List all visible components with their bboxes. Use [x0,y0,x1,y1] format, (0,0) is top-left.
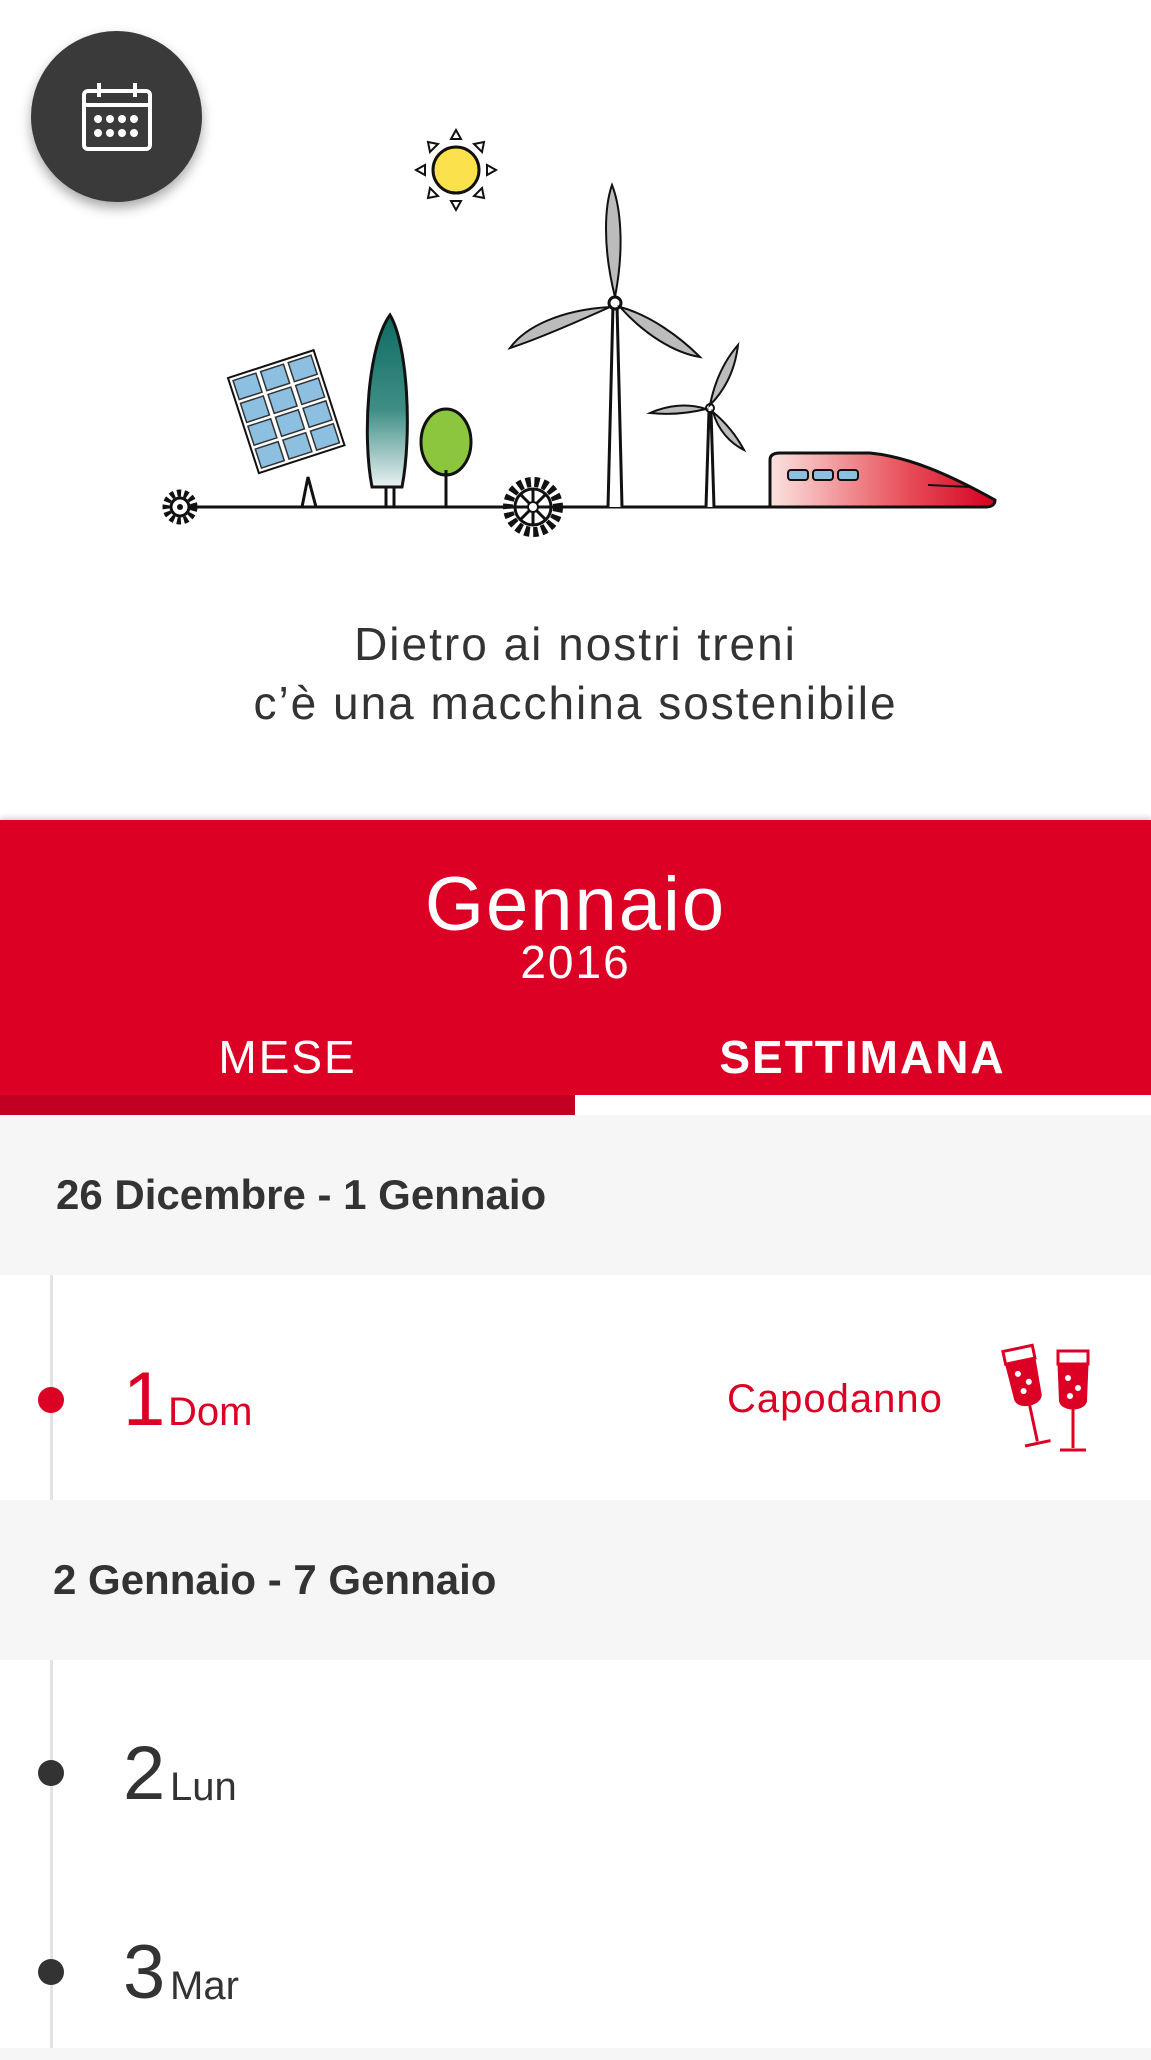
tree-icon [419,407,473,507]
tagline-line-2: c’è una macchina sostenibile [253,677,898,729]
day-row[interactable]: 3 Mar [0,1860,1151,2060]
timeline-dot [38,1760,64,1786]
day-row[interactable]: 1 Dom Capodanno [0,1287,1151,1487]
gear-icon [162,489,198,525]
day-name: Lun [170,1765,237,1809]
day-number: 2 [123,1731,166,1816]
tab-week[interactable]: SETTIMANA [575,1020,1150,1095]
calendar-icon [81,82,152,151]
day-name: Dom [168,1390,253,1434]
week-range: 2 Gennaio - 7 Gennaio [53,1556,497,1603]
tab-indicator-active [575,1095,1151,1115]
timeline-dot [38,1959,64,1985]
hero-banner: Dietro ai nostri treni c’è una macchina … [0,0,1151,820]
week-days: 2 Lun 3 Mar [0,1660,1151,2048]
day-row[interactable]: 2 Lun [0,1660,1151,1860]
year-label: 2016 [520,936,631,988]
sustainability-illustration [162,127,997,537]
day-number: 3 [123,1930,166,2015]
tagline-line-1: Dietro ai nostri treni [354,618,797,670]
solar-panel-icon [226,348,346,508]
week-days: 1 Dom Capodanno [0,1275,1151,1500]
wind-turbine-icon [646,341,747,508]
champagne-glasses-icon [1001,1343,1090,1452]
day-name: Mar [170,1964,239,2008]
calendar-header: Gennaio 2016 MESE SETTIMANA [0,820,1151,1115]
tab-indicator-inactive [0,1095,575,1115]
timeline-dot [38,1387,64,1413]
tree-icon [365,312,409,507]
tagline: Dietro ai nostri treni c’è una macchina … [0,615,1151,733]
tab-month[interactable]: MESE [0,1020,575,1095]
week-header: 2 Gennaio - 7 Gennaio [0,1500,1151,1660]
train-icon [768,451,997,509]
week-range: 26 Dicembre - 1 Gennaio [56,1171,547,1218]
sun-icon [413,127,499,213]
wind-turbine-icon [507,182,703,508]
day-number: 1 [123,1357,166,1442]
event-label: Capodanno [727,1377,943,1421]
gear-icon [503,477,563,537]
week-header: 26 Dicembre - 1 Gennaio [0,1115,1151,1275]
